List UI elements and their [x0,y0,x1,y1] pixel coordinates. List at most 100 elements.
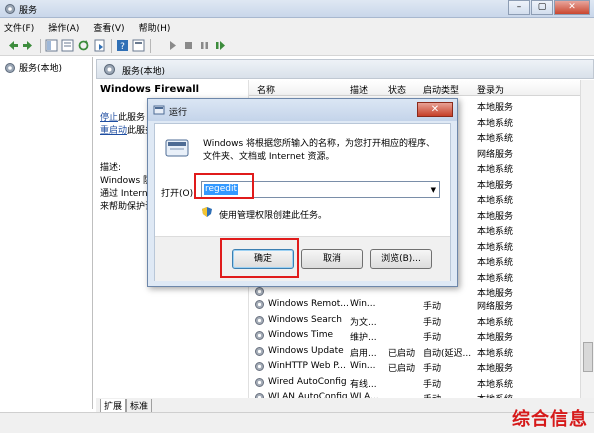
menu-bar: 文件(F) 操作(A) 查看(V) 帮助(H) [0,18,594,36]
table-row[interactable]: Windows Search 为文... 手动 本地系统 [249,313,580,328]
menu-help[interactable]: 帮助(H) [139,21,171,34]
run-dialog-title: 运行 [169,108,188,118]
toolbar: ? [0,36,594,56]
minimize-button[interactable]: – [508,0,530,15]
row-startup: 手动 [423,379,442,390]
row-startup: 手动 [423,364,442,374]
browse-button[interactable]: 浏览(B)... [370,249,432,269]
row-name: Windows Remot... [268,299,349,309]
restart-service-icon[interactable] [214,39,227,52]
window-titlebar: 服务 – ▢ ✕ [0,0,594,18]
services-app-icon [5,4,15,14]
table-row[interactable]: Windows Time 维护... 手动 本地服务 [249,328,580,343]
row-startup: 手动 [423,317,442,328]
row-logon: 网络服务 [477,149,514,160]
restart-service-link[interactable]: 重启动 [100,126,127,136]
cancel-button[interactable]: 取消 [301,249,363,269]
service-gear-icon [255,362,264,371]
highlight-box-ok [220,238,299,278]
row-logon: 本地系统 [477,273,514,284]
maximize-button[interactable]: ▢ [531,0,553,15]
row-logon: 本地系统 [477,379,514,390]
dropdown-arrow-icon[interactable]: ▼ [431,186,436,194]
row-startup: 自动(延迟... [423,348,472,359]
window-title: 服务 [19,6,38,16]
run-dialog-close-button[interactable]: ✕ [417,102,453,117]
column-header-logon-as[interactable]: 登录为 [477,83,504,96]
description-label: 描述: [100,163,122,173]
menu-file[interactable]: 文件(F) [4,21,34,34]
row-name: Windows Search [268,314,342,325]
row-logon: 本地系统 [477,317,514,328]
tree-node-services-local[interactable]: 服务(本地) [4,61,62,74]
tab-standard[interactable]: 标准 [126,399,153,413]
service-gear-icon [255,315,264,325]
console-view-icon[interactable] [132,39,145,52]
row-desc: Win... [350,361,376,371]
stop-service-icon[interactable] [182,39,195,52]
service-gear-icon [255,331,264,340]
menu-view[interactable]: 查看(V) [93,21,124,34]
row-logon: 本地系统 [477,348,514,359]
run-dialog-titlebar: 运行 ✕ [148,99,457,121]
row-logon: 本地系统 [477,134,514,144]
table-row[interactable]: WinHTTP Web P... Win... 已启动 手动 本地服务 [249,359,580,374]
description-line: Windows 防 [100,176,153,186]
run-program-icon [165,139,189,157]
svg-text:?: ? [120,42,125,52]
close-button[interactable]: ✕ [554,0,590,15]
export-list-icon[interactable] [93,39,106,52]
watermark-text: 综合信息 [512,409,588,430]
stop-service-link[interactable]: 停止 [100,113,118,123]
table-row[interactable]: Wired AutoConfig 有线... 手动 本地系统 [249,375,580,390]
row-desc: 维护... [350,333,377,343]
start-service-icon[interactable] [166,39,179,52]
column-header-status[interactable]: 状态 [388,83,406,96]
table-row[interactable]: WLAN AutoConfigWLA...手动本地系统 [249,390,580,398]
status-bar [0,412,594,433]
row-name: WinHTTP Web P... [268,361,346,371]
service-gear-icon [255,377,264,387]
row-status: 已启动 [388,364,416,374]
highlight-box-input [194,173,254,199]
tree-node-label: 服务(本地) [19,64,63,74]
refresh-icon[interactable] [77,39,90,52]
row-name: Wired AutoConfig [268,376,347,387]
service-gear-icon [255,346,264,356]
row-logon: 本地服务 [477,211,514,222]
row-startup: 手动 [423,302,442,312]
properties-view-icon[interactable] [61,39,74,52]
stop-service-line: 停止此服务 [100,110,145,123]
help-icon[interactable]: ? [116,39,129,52]
row-status: 已启动 [388,348,416,359]
row-logon: 本地系统 [477,258,514,268]
menu-action[interactable]: 操作(A) [48,21,79,34]
row-logon: 本地系统 [477,227,514,237]
tab-extended[interactable]: 扩展 [100,399,127,413]
row-logon: 本地系统 [477,118,514,129]
service-gear-icon [255,287,264,296]
admin-privilege-note: 使用管理权限创建此任务。 [219,211,328,221]
column-header-startup-type[interactable]: 启动类型 [423,83,459,96]
restart-service-line: 重启动此服务 [100,123,154,136]
column-header-description[interactable]: 描述 [350,83,368,96]
forward-icon[interactable] [22,39,35,52]
open-label: 打开(O): [161,189,197,199]
table-row[interactable]: Windows Remot... Win... 手动 网络服务 [249,297,580,312]
pause-service-icon[interactable] [198,39,211,52]
run-dialog-description: Windows 将根据您所输入的名称，为您打开相应的程序、文件夹、文档或 Int… [203,139,436,162]
description-line: 通过 Interne [100,189,154,199]
column-header-name[interactable]: 名称 [257,83,275,96]
service-gear-icon [255,300,264,309]
row-logon: 网络服务 [477,302,514,312]
vertical-scrollbar[interactable] [580,80,594,398]
row-desc: Win... [350,299,376,309]
back-icon[interactable] [6,39,19,52]
row-startup: 手动 [423,333,442,343]
content-header-title: 服务(本地) [122,67,166,77]
show-hide-tree-icon[interactable] [45,39,58,52]
tree-pane: 服务(本地) [0,57,93,409]
scrollbar-thumb[interactable] [583,342,593,372]
table-row[interactable]: Windows Update 启用... 已启动 自动(延迟... 本地系统 [249,344,580,359]
row-logon: 本地系统 [477,196,514,206]
